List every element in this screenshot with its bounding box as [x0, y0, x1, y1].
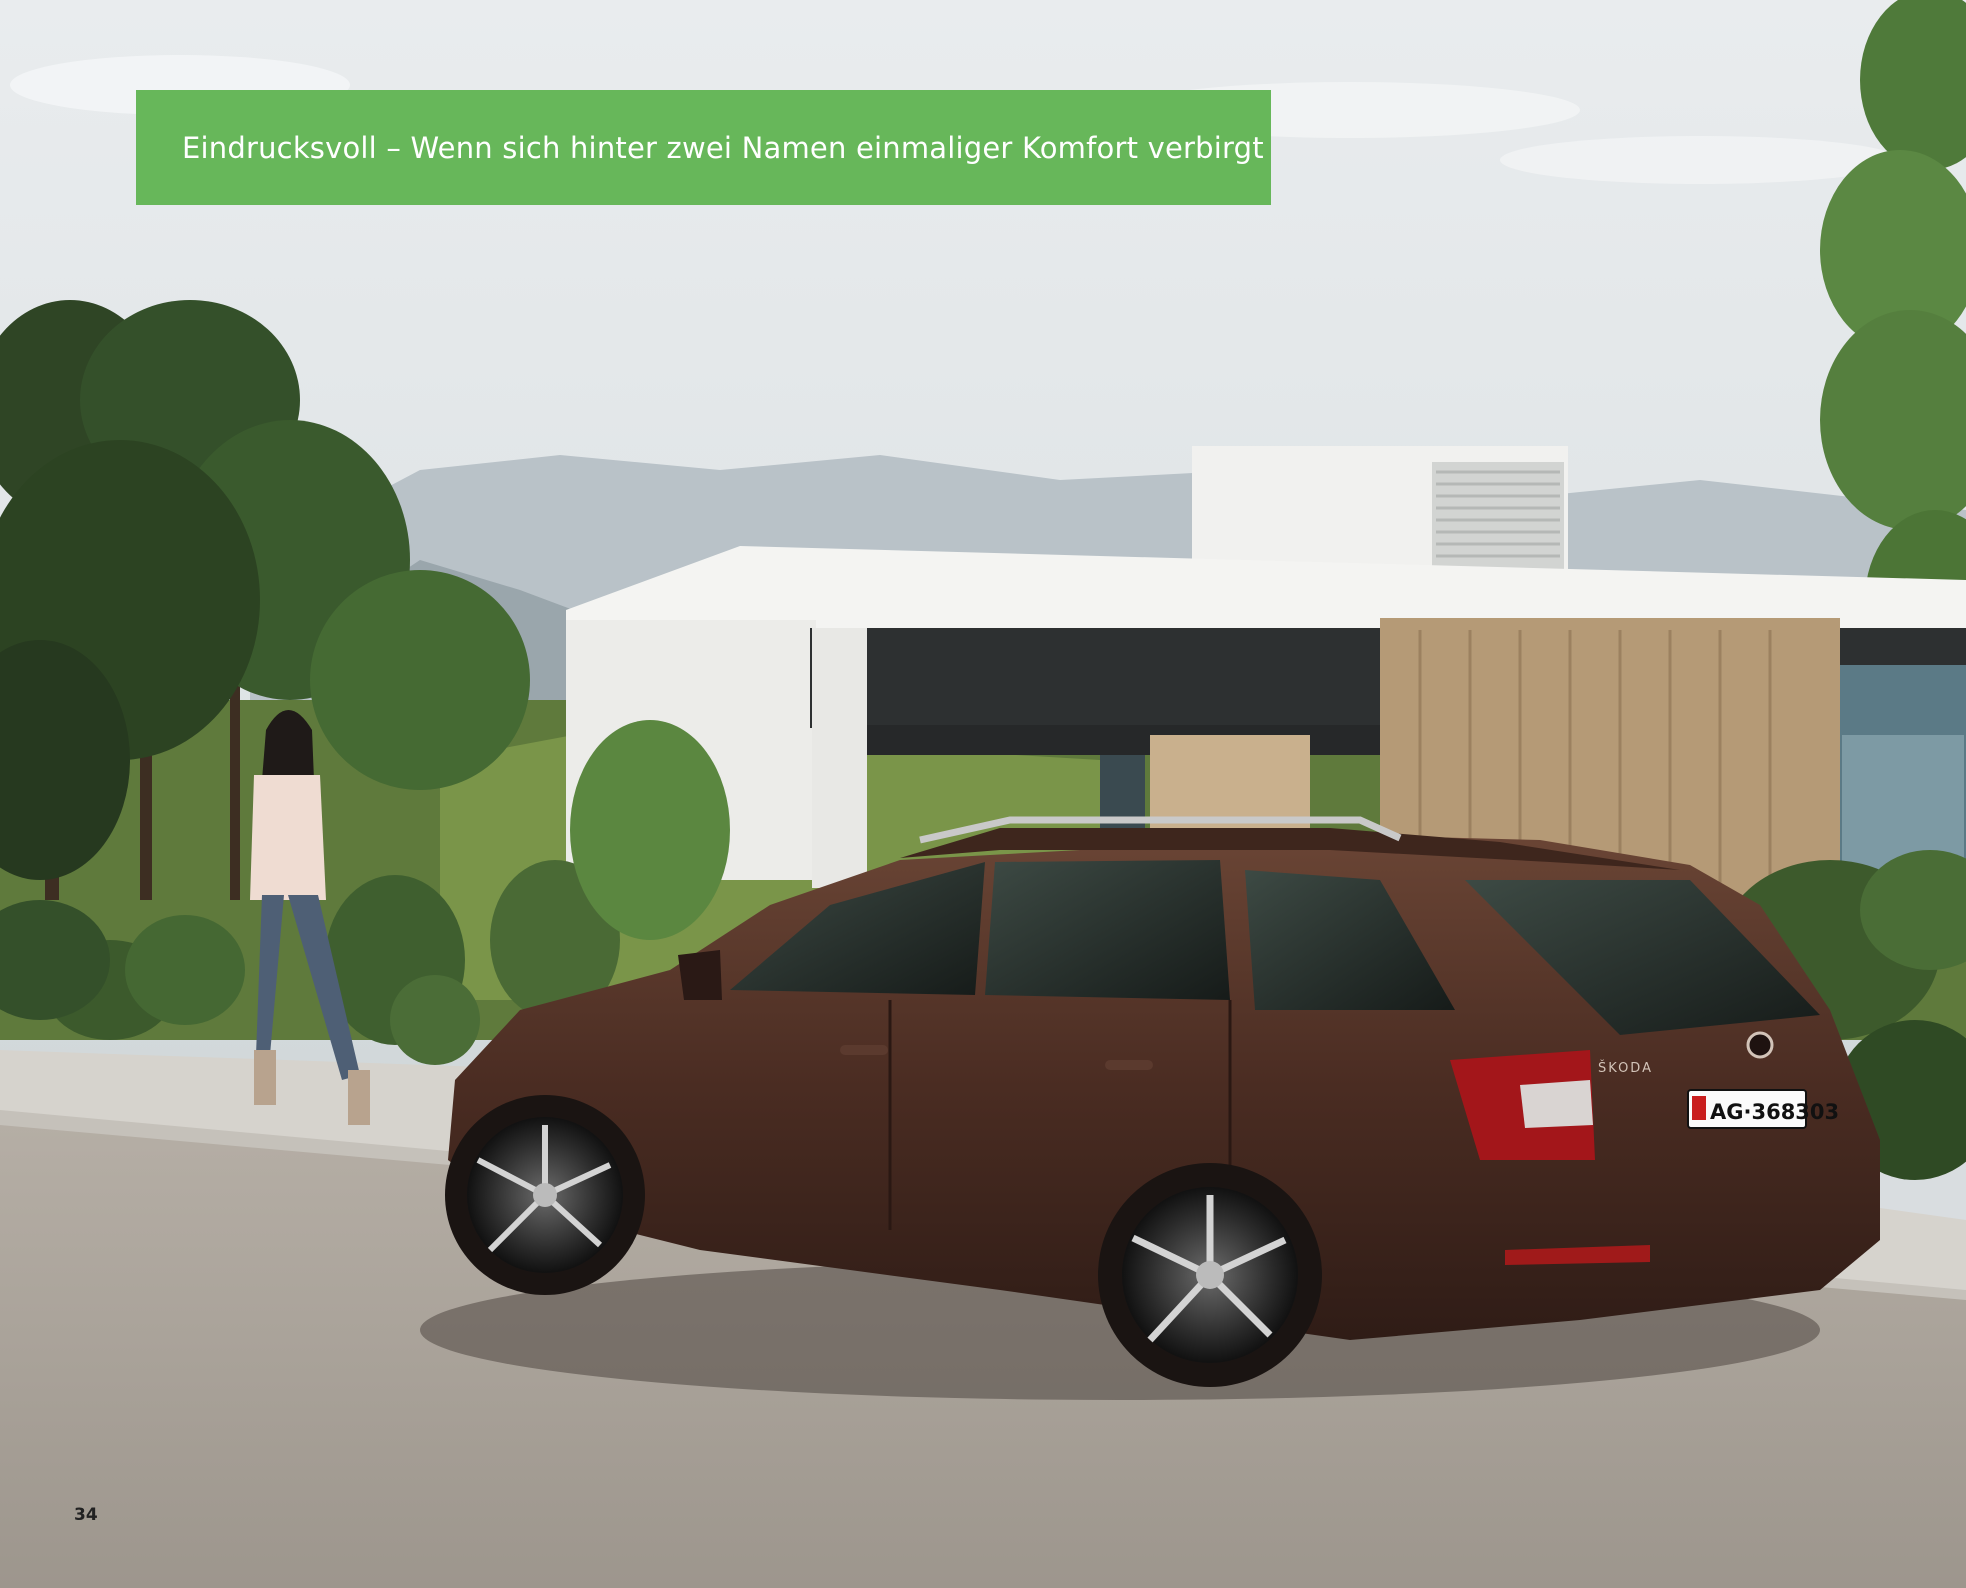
car-brand-logo [1746, 1031, 1774, 1059]
car-wheel-rear [1098, 1163, 1322, 1387]
car-brand-lettering: ŠKODA [1598, 1060, 1653, 1076]
page-title: Eindrucksvoll – Wenn sich hinter zwei Na… [182, 130, 1264, 165]
title-banner: Eindrucksvoll – Wenn sich hinter zwei Na… [136, 90, 1271, 205]
car-wheel-front [445, 1095, 645, 1295]
license-plate-text: AG·368303 [1710, 1100, 1839, 1124]
cloud [1500, 136, 1900, 184]
photo-scene: ŠKODA AG·368303 [0, 0, 1966, 1588]
car-mirror [678, 950, 722, 1000]
page-number: 34 [74, 1505, 98, 1525]
car-side-window-middle [985, 860, 1230, 1000]
car-door-handle [840, 1045, 888, 1055]
car-door-handle [1105, 1060, 1153, 1070]
